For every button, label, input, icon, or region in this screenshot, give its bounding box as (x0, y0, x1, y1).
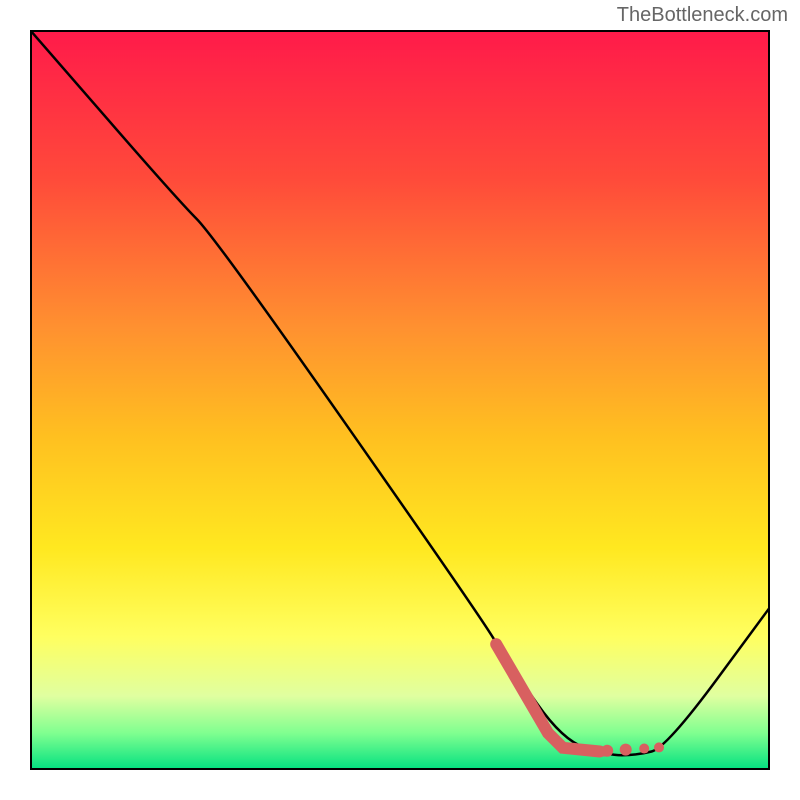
chart-svg (30, 30, 770, 770)
chart-area (30, 30, 770, 770)
watermark-text: TheBottleneck.com (617, 4, 788, 27)
gradient-background (30, 30, 770, 770)
